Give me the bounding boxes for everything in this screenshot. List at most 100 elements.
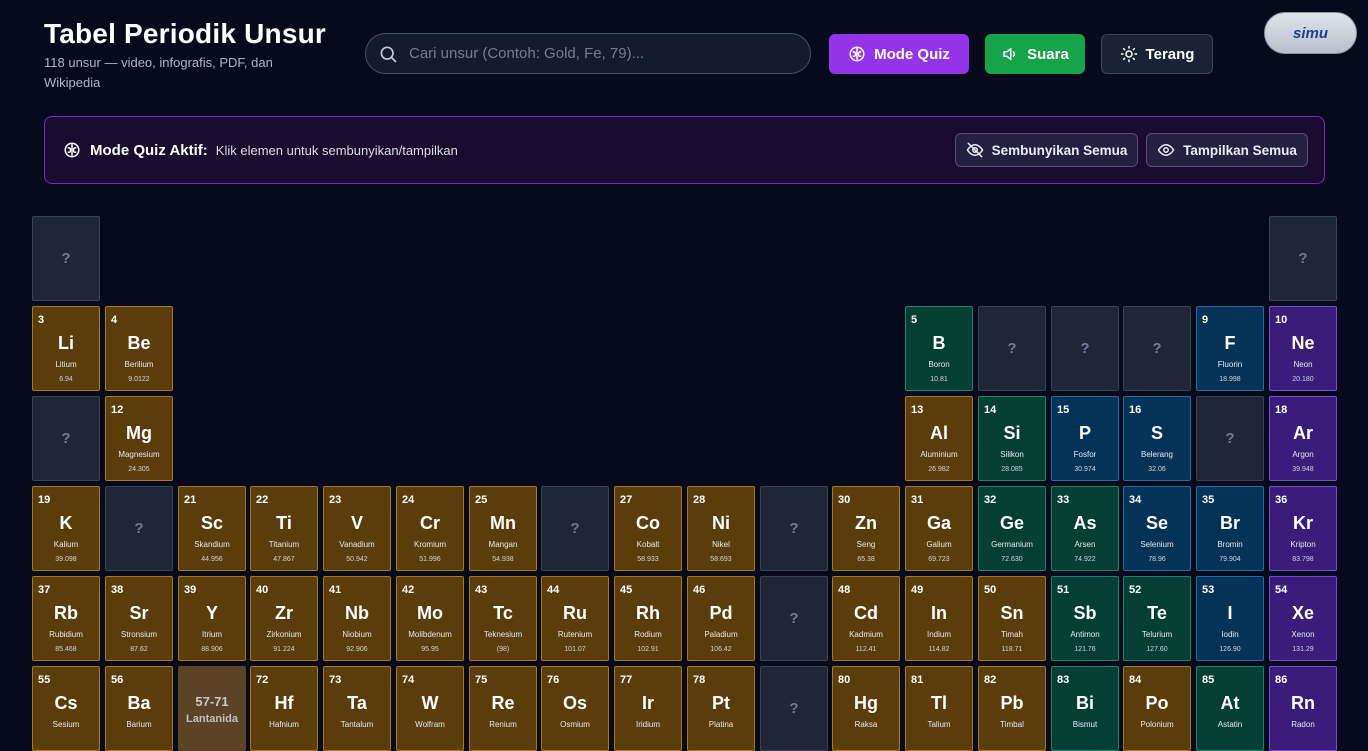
hidden-element-cell[interactable]: ? (978, 306, 1046, 391)
element-cell-os[interactable]: 76 Os Osmium (541, 666, 609, 751)
search-input[interactable] (407, 44, 791, 63)
element-cell-mn[interactable]: 25 Mn Mangan 54.938 (469, 486, 537, 571)
element-cell-f[interactable]: 9 F Fluorin 18.998 (1196, 306, 1264, 391)
show-all-button[interactable]: Tampilkan Semua (1146, 133, 1308, 167)
element-cell-re[interactable]: 75 Re Renium (469, 666, 537, 751)
hidden-element-cell[interactable]: ? (105, 486, 173, 571)
eye-off-icon (966, 142, 983, 158)
element-cell-xe[interactable]: 54 Xe Xenon 131.29 (1269, 576, 1337, 661)
element-name: Bromin (1217, 540, 1243, 549)
hidden-element-cell[interactable]: ? (1051, 306, 1119, 391)
element-name: Selenium (1140, 540, 1174, 549)
hidden-element-cell[interactable]: ? (32, 216, 100, 301)
element-cell-zr[interactable]: 40 Zr Zirkonium 91.224 (250, 576, 318, 661)
element-cell-tc[interactable]: 43 Tc Teknesium (98) (469, 576, 537, 661)
element-cell-cd[interactable]: 48 Cd Kadmium 112.41 (832, 576, 900, 661)
lanthanide-range-cell[interactable]: 57-71 Lantanida (178, 666, 246, 751)
element-cell-in[interactable]: 49 In Indium 114.82 (905, 576, 973, 661)
element-cell-al[interactable]: 13 Al Aluminium 26.982 (905, 396, 973, 481)
element-cell-y[interactable]: 39 Y Itrium 88.906 (178, 576, 246, 661)
element-symbol: Sr (129, 603, 149, 623)
element-cell-nb[interactable]: 41 Nb Niobium 92.906 (323, 576, 391, 661)
hidden-element-cell[interactable]: ? (1123, 306, 1191, 391)
element-cell-be[interactable]: 4 Be Berilium 9.0122 (105, 306, 173, 391)
element-cell-ga[interactable]: 31 Ga Galium 69.723 (905, 486, 973, 571)
hidden-element-cell[interactable]: ? (1269, 216, 1337, 301)
element-cell-w[interactable]: 74 W Wolfram (396, 666, 464, 751)
atomic-number: 35 (1202, 494, 1215, 506)
element-cell-zn[interactable]: 30 Zn Seng 65.38 (832, 486, 900, 571)
element-cell-rb[interactable]: 37 Rb Rubidium 85.468 (32, 576, 100, 661)
atomic-mass: 26.982 (928, 466, 950, 473)
hide-all-button[interactable]: Sembunyikan Semua (955, 133, 1138, 167)
element-cell-ti[interactable]: 22 Ti Titanium 47.867 (250, 486, 318, 571)
sound-button[interactable]: Suara (985, 34, 1085, 74)
element-cell-mg[interactable]: 12 Mg Magnesium 24.305 (105, 396, 173, 481)
element-cell-v[interactable]: 23 V Vanadium 50.942 (323, 486, 391, 571)
hidden-element-cell[interactable]: ? (541, 486, 609, 571)
atomic-mass: 24.305 (128, 466, 150, 473)
element-cell-hg[interactable]: 80 Hg Raksa (832, 666, 900, 751)
element-cell-ru[interactable]: 44 Ru Rutenium 101.07 (541, 576, 609, 661)
element-cell-i[interactable]: 53 I Iodin 126.90 (1196, 576, 1264, 661)
element-cell-cr[interactable]: 24 Cr Kromium 51.996 (396, 486, 464, 571)
hidden-element-cell[interactable]: ? (760, 576, 828, 661)
element-cell-ar[interactable]: 18 Ar Argon 39.948 (1269, 396, 1337, 481)
search-icon (380, 46, 397, 62)
element-cell-s[interactable]: 16 S Belerang 32.06 (1123, 396, 1191, 481)
element-cell-si[interactable]: 14 Si Silikon 28.085 (978, 396, 1046, 481)
element-cell-cs[interactable]: 55 Cs Sesium (32, 666, 100, 751)
hidden-element-cell[interactable]: ? (32, 396, 100, 481)
search-bar[interactable] (365, 33, 811, 74)
hidden-element-cell[interactable]: ? (760, 486, 828, 571)
element-cell-ir[interactable]: 77 Ir Iridium (614, 666, 682, 751)
atomic-number: 32 (984, 494, 997, 506)
element-cell-at[interactable]: 85 At Astatin (1196, 666, 1264, 751)
element-cell-ge[interactable]: 32 Ge Germanium 72.630 (978, 486, 1046, 571)
atomic-number: 36 (1275, 494, 1288, 506)
atomic-number: 4 (111, 314, 118, 326)
atomic-number: 19 (38, 494, 51, 506)
element-cell-li[interactable]: 3 Li Litium 6.94 (32, 306, 100, 391)
element-cell-mo[interactable]: 42 Mo Molibdenum 95.95 (396, 576, 464, 661)
element-cell-kr[interactable]: 36 Kr Kripton 83.798 (1269, 486, 1337, 571)
hidden-element-cell[interactable]: ? (1196, 396, 1264, 481)
element-cell-rn[interactable]: 86 Rn Radon (1269, 666, 1337, 751)
element-cell-sb[interactable]: 51 Sb Antimon 121.76 (1051, 576, 1119, 661)
element-cell-po[interactable]: 84 Po Polonium (1123, 666, 1191, 751)
element-cell-pd[interactable]: 46 Pd Paladium 106.42 (687, 576, 755, 661)
element-cell-bi[interactable]: 83 Bi Bismut (1051, 666, 1119, 751)
element-cell-br[interactable]: 35 Br Bromin 79.904 (1196, 486, 1264, 571)
element-symbol: Rh (636, 603, 660, 623)
element-cell-ba[interactable]: 56 Ba Barium (105, 666, 173, 751)
element-name: Magnesium (118, 450, 160, 459)
element-cell-sn[interactable]: 50 Sn Timah 118.71 (978, 576, 1046, 661)
element-cell-rh[interactable]: 45 Rh Rodium 102.91 (614, 576, 682, 661)
element-cell-tl[interactable]: 81 Tl Talium (905, 666, 973, 751)
hidden-element-cell[interactable]: ? (760, 666, 828, 751)
atomic-number: 78 (693, 674, 706, 686)
hidden-mark: ? (1080, 340, 1090, 357)
element-cell-sc[interactable]: 21 Sc Skandium 44.956 (178, 486, 246, 571)
element-cell-ta[interactable]: 73 Ta Tantalum (323, 666, 391, 751)
hidden-mark: ? (1152, 340, 1162, 357)
brand-logo[interactable]: simu (1264, 12, 1357, 54)
element-cell-pb[interactable]: 82 Pb Timbal (978, 666, 1046, 751)
element-cell-as[interactable]: 33 As Arsen 74.922 (1051, 486, 1119, 571)
element-symbol: Ba (127, 693, 151, 713)
element-cell-p[interactable]: 15 P Fosfor 30.974 (1051, 396, 1119, 481)
hidden-mark: ? (1298, 250, 1308, 267)
theme-toggle-button[interactable]: Terang (1101, 34, 1213, 74)
element-cell-b[interactable]: 5 B Boron 10.81 (905, 306, 973, 391)
element-name: Itrium (202, 630, 222, 639)
element-cell-te[interactable]: 52 Te Telurium 127.60 (1123, 576, 1191, 661)
element-cell-co[interactable]: 27 Co Kobalt 58.933 (614, 486, 682, 571)
element-cell-se[interactable]: 34 Se Selenium 78.96 (1123, 486, 1191, 571)
quiz-mode-button[interactable]: Mode Quiz (829, 34, 969, 74)
element-cell-ne[interactable]: 10 Ne Neon 20.180 (1269, 306, 1337, 391)
element-cell-ni[interactable]: 28 Ni Nikel 58.693 (687, 486, 755, 571)
element-cell-pt[interactable]: 78 Pt Platina (687, 666, 755, 751)
element-cell-k[interactable]: 19 K Kalium 39.098 (32, 486, 100, 571)
element-cell-sr[interactable]: 38 Sr Stronsium 87.62 (105, 576, 173, 661)
element-cell-hf[interactable]: 72 Hf Hafnium (250, 666, 318, 751)
